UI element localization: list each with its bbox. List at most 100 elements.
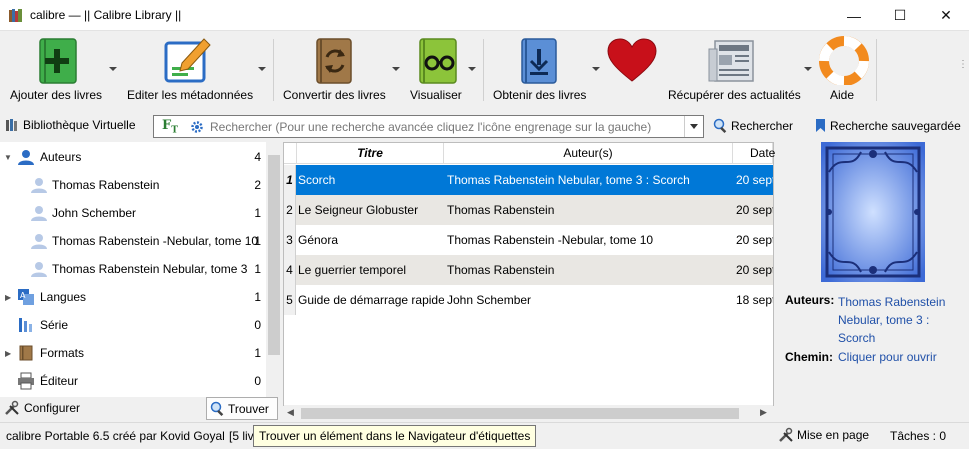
chevron-right-icon[interactable]: ▶	[5, 349, 11, 358]
row-number-header	[284, 143, 297, 164]
view-label: Visualiser	[410, 88, 462, 102]
tag-browser-scrollbar-thumb[interactable]	[268, 155, 280, 355]
tag-count: 0	[254, 318, 261, 332]
tag-count: 1	[254, 206, 261, 220]
convert-books-label: Convertir des livres	[283, 88, 386, 102]
tag-item-author[interactable]: Thomas Rabenstein 2	[0, 171, 266, 199]
full-text-search-icon[interactable]: FT	[162, 118, 178, 136]
close-button[interactable]: ✕	[923, 0, 969, 31]
configure-label: Configurer	[24, 401, 81, 415]
tag-count: 1	[254, 346, 261, 360]
column-header-date[interactable]: Date	[733, 143, 775, 164]
tag-count: 2	[254, 178, 261, 192]
maximize-button[interactable]: ☐	[877, 0, 923, 31]
get-books-dropdown-arrow[interactable]	[592, 67, 600, 71]
column-header-authors[interactable]: Auteur(s)	[444, 143, 733, 164]
tag-item-author[interactable]: Thomas Rabenstein Nebular, tome 3 : 1	[0, 255, 266, 283]
saved-search-label: Recherche sauvegardée	[830, 118, 961, 133]
newspaper-icon	[708, 40, 754, 82]
edit-metadata-button[interactable]: Editer les métadonnées	[120, 31, 270, 109]
tools-icon	[779, 427, 793, 442]
tag-label: Auteurs	[40, 150, 82, 164]
tag-category-publisher[interactable]: Éditeur 0	[0, 367, 266, 395]
user-light-icon	[31, 262, 47, 277]
book-title: Le Seigneur Globuster	[298, 203, 419, 217]
tag-category-formats[interactable]: ▶ Formats 1	[0, 339, 266, 367]
row-number: 3	[284, 225, 296, 255]
convert-books-button[interactable]: Convertir des livres	[276, 31, 402, 109]
convert-book-icon	[316, 38, 352, 84]
user-light-icon	[31, 206, 47, 221]
find-button[interactable]: Trouver	[206, 397, 278, 420]
authors-value[interactable]: Thomas Rabenstein Nebular, tome 3 : Scor…	[838, 293, 945, 347]
search-placeholder: Rechercher (Pour une recherche avancée c…	[210, 120, 652, 134]
view-button[interactable]: Visualiser	[402, 31, 480, 109]
calibre-app-icon	[9, 9, 22, 22]
tag-count: 1	[254, 234, 261, 248]
user-light-icon	[31, 178, 47, 193]
search-button[interactable]: Rechercher	[713, 118, 793, 133]
chevron-down-icon	[690, 124, 698, 129]
series-icon	[19, 318, 32, 332]
chevron-right-icon[interactable]: ▶	[5, 293, 11, 302]
status-version-text: calibre Portable 6.5 créé par Kovid Goya…	[6, 429, 225, 443]
search-bar-row: Bibliothèque Virtuelle FT Rechercher (Po…	[0, 110, 969, 142]
minimize-button[interactable]: —	[831, 0, 877, 31]
fetch-news-dropdown-arrow[interactable]	[804, 67, 812, 71]
book-row[interactable]: 1 Scorch Thomas Rabenstein Nebular, tome…	[284, 165, 773, 195]
column-header-title[interactable]: Titre	[297, 143, 444, 164]
search-input[interactable]: FT Rechercher (Pour une recherche avancé…	[153, 115, 704, 138]
user-icon	[18, 150, 34, 165]
layout-button[interactable]: Mise en page	[778, 427, 869, 443]
configure-button[interactable]: Configurer	[4, 400, 80, 416]
view-dropdown-arrow[interactable]	[468, 67, 476, 71]
tag-count: 1	[254, 262, 261, 276]
add-books-button[interactable]: Ajouter des livres	[0, 31, 120, 109]
search-history-dropdown[interactable]	[684, 116, 703, 137]
find-label: Trouver	[228, 401, 269, 416]
jobs-indicator[interactable]: Tâches : 0	[890, 429, 946, 443]
book-row[interactable]: 3 Génora Thomas Rabenstein -Nebular, tom…	[284, 225, 773, 255]
virtual-library-button[interactable]: Bibliothèque Virtuelle	[5, 118, 136, 132]
book-cover-image[interactable]	[821, 142, 925, 282]
tag-item-author[interactable]: John Schember 1	[0, 199, 266, 227]
add-books-dropdown-arrow[interactable]	[109, 67, 117, 71]
help-button[interactable]: Aide	[815, 31, 873, 109]
tag-category-series[interactable]: Série 0	[0, 311, 266, 339]
book-list-horizontal-scrollbar[interactable]: ◀ ▶	[284, 405, 773, 422]
saved-search-button[interactable]: Recherche sauvegardée	[815, 118, 961, 133]
get-books-button[interactable]: Obtenir des livres	[486, 31, 602, 109]
convert-dropdown-arrow[interactable]	[392, 67, 400, 71]
scroll-right-arrow-icon[interactable]: ▶	[760, 407, 767, 418]
open-folder-link[interactable]: Cliquer pour ouvrir	[838, 350, 937, 364]
chevron-down-icon[interactable]: ▼	[4, 153, 12, 162]
book-row[interactable]: 4 Le guerrier temporel Thomas Rabenstein…	[284, 255, 773, 285]
lifebuoy-icon	[819, 36, 869, 85]
tag-item-author[interactable]: Thomas Rabenstein -Nebular, tome 10 1	[0, 227, 266, 255]
gear-icon[interactable]	[190, 120, 204, 134]
toolbar-separator	[876, 39, 877, 101]
tag-category-languages[interactable]: ▶ A Langues 1	[0, 283, 266, 311]
toolbar-overflow-handle[interactable]: ⋮	[958, 60, 968, 70]
edit-metadata-dropdown-arrow[interactable]	[258, 67, 266, 71]
horizontal-scroll-thumb[interactable]	[301, 408, 739, 419]
row-number: 1	[284, 165, 296, 195]
tag-label: Formats	[40, 346, 85, 360]
row-number: 5	[284, 285, 296, 315]
tag-category-authors[interactable]: ▼ Auteurs 4	[0, 143, 266, 171]
get-books-icon	[521, 38, 557, 84]
book-row[interactable]: 5 Guide de démarrage rapide John Schembe…	[284, 285, 773, 315]
language-icon: A	[18, 289, 34, 305]
tag-label: John Schember	[52, 206, 137, 220]
virtual-library-label: Bibliothèque Virtuelle	[23, 118, 136, 132]
heart-icon[interactable]	[606, 37, 658, 85]
view-book-icon	[419, 38, 457, 84]
book-date: 18 sept	[736, 293, 773, 307]
search-icon	[210, 401, 224, 416]
book-row[interactable]: 2 Le Seigneur Globuster Thomas Rabenstei…	[284, 195, 773, 225]
scroll-left-arrow-icon[interactable]: ◀	[287, 407, 294, 418]
fetch-news-button[interactable]: Récupérer des actualités	[665, 31, 815, 109]
book-authors: John Schember	[447, 293, 532, 307]
book-list: Titre Auteur(s) Date 1 Scorch Thomas Rab…	[283, 142, 775, 406]
add-book-icon	[39, 38, 77, 84]
